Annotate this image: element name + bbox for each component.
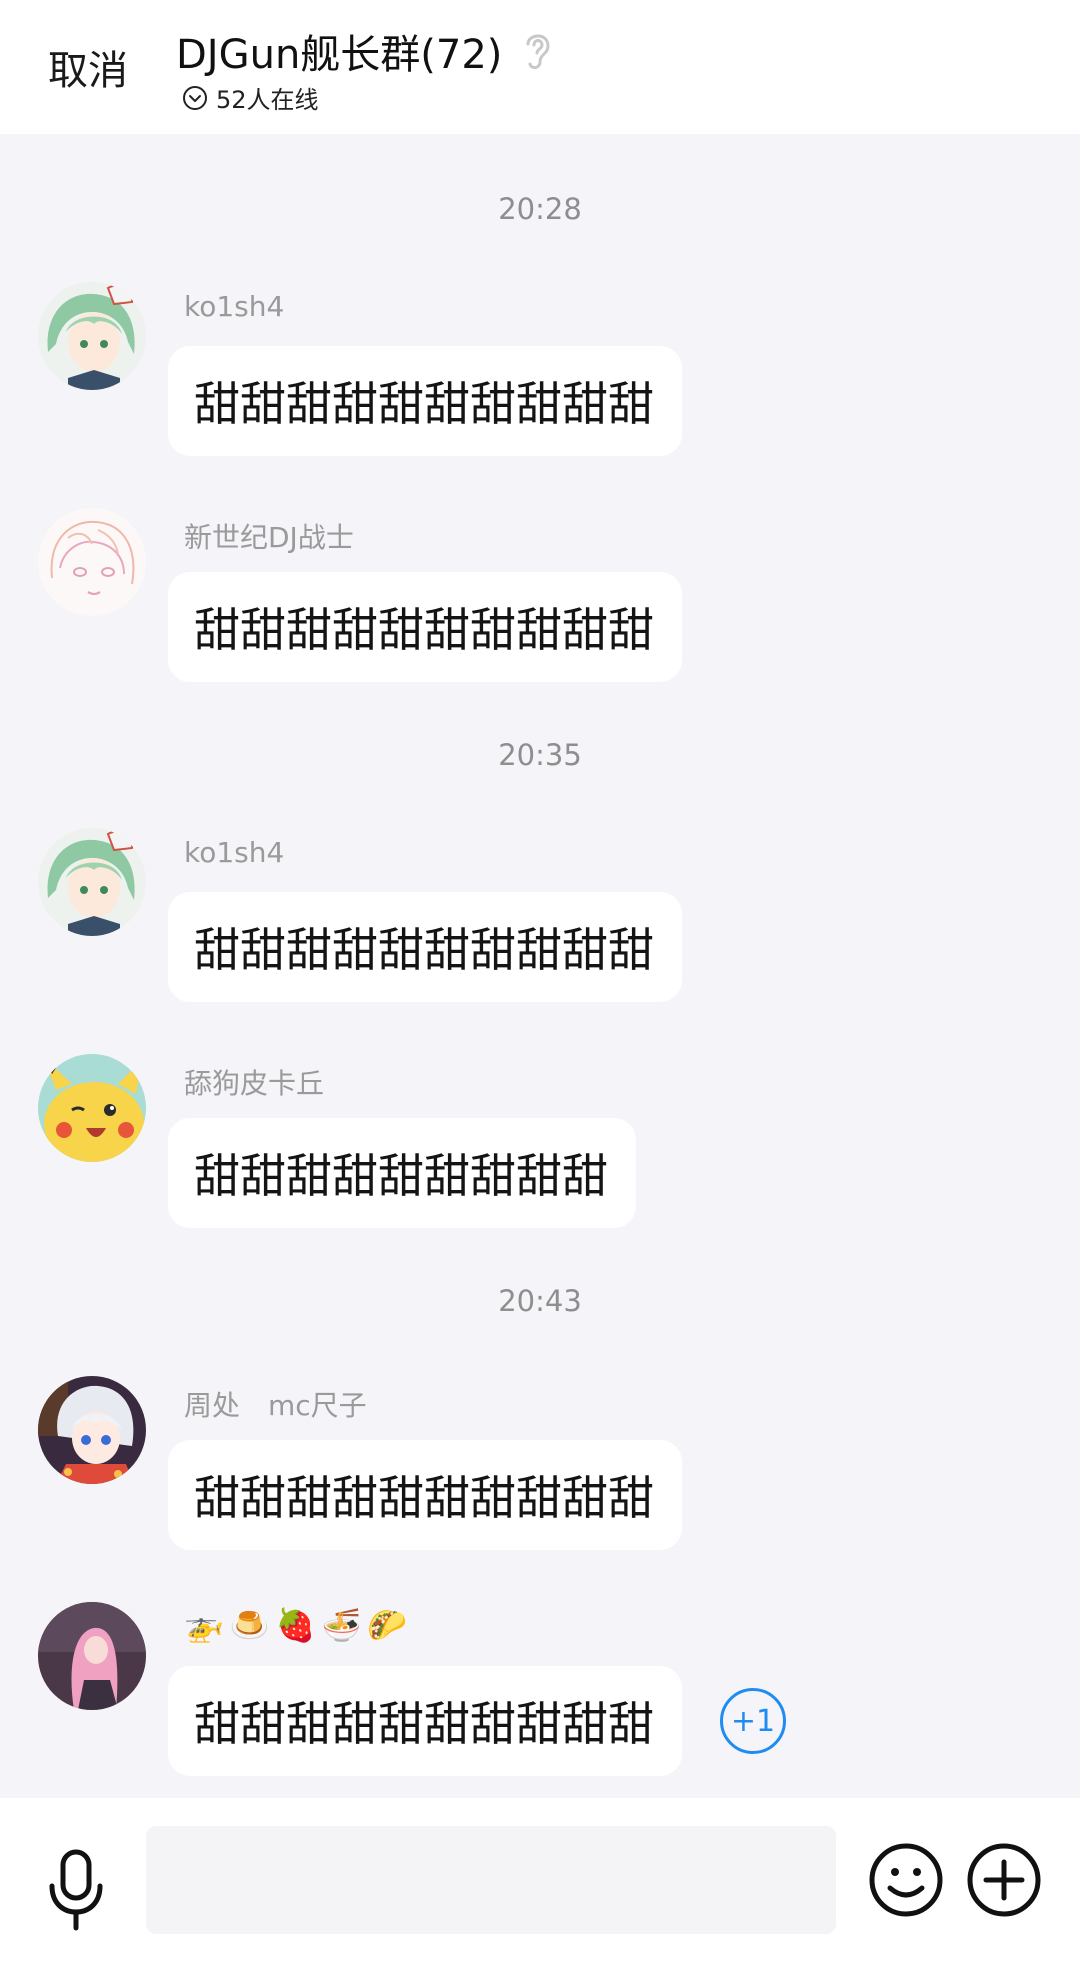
avatar[interactable] (38, 1602, 146, 1710)
avatar[interactable] (38, 1376, 146, 1484)
plus-one-button[interactable]: +1 (720, 1688, 786, 1754)
timestamp: 20:43 (498, 1284, 582, 1318)
group-title[interactable]: DJGun舰长群(72) (176, 22, 502, 80)
message-input[interactable] (146, 1826, 836, 1934)
message-feed[interactable]: 20:28 ko1sh4 甜甜甜甜甜甜甜甜甜甜 新世纪DJ战士 甜甜甜甜甜甜甜甜… (0, 134, 1080, 1798)
avatar[interactable] (38, 282, 146, 390)
pudding-emoji: 🍮 (229, 1606, 270, 1644)
composer-bar (0, 1798, 1080, 1962)
message-bubble[interactable]: 甜甜甜甜甜甜甜甜甜甜 (168, 572, 682, 682)
title-row: DJGun舰长群(72) (176, 22, 556, 80)
online-count: 52人在线 (216, 86, 319, 114)
sender-name: ko1sh4 (184, 836, 285, 869)
cancel-button[interactable]: 取消 (48, 38, 128, 96)
strawberry-emoji: 🍓 (275, 1606, 316, 1644)
sender-name: 舔狗皮卡丘 (184, 1067, 325, 1100)
chat-header: 取消 DJGun舰长群(72) 52人在线 (0, 0, 1080, 134)
timestamp: 20:28 (498, 192, 582, 226)
ear-icon[interactable] (520, 28, 556, 74)
taco-emoji: 🌮 (367, 1606, 408, 1644)
message-bubble[interactable]: 甜甜甜甜甜甜甜甜甜甜 (168, 346, 682, 456)
timestamp: 20:35 (498, 738, 582, 772)
emoji-icon[interactable] (868, 1842, 944, 1918)
online-status[interactable]: 52人在线 (182, 80, 319, 115)
plus-icon[interactable] (966, 1842, 1042, 1918)
avatar[interactable] (38, 1054, 146, 1162)
message-bubble[interactable]: 甜甜甜甜甜甜甜甜甜甜 (168, 1440, 682, 1550)
helicopter-emoji: 🚁 (184, 1606, 224, 1644)
message-bubble[interactable]: 甜甜甜甜甜甜甜甜甜甜 (168, 892, 682, 1002)
noodles-emoji: 🍜 (321, 1606, 362, 1644)
message-bubble[interactable]: 甜甜甜甜甜甜甜甜甜甜 (168, 1666, 682, 1776)
sender-name-emojis: 🚁 🍮 🍓 🍜 🌮 (184, 1606, 407, 1644)
sender-name: ko1sh4 (184, 290, 285, 323)
microphone-icon[interactable] (44, 1848, 108, 1932)
avatar[interactable] (38, 828, 146, 936)
chevron-down-circle-icon (183, 85, 207, 110)
sender-name: 新世纪DJ战士 (184, 521, 354, 554)
avatar[interactable] (38, 508, 146, 616)
sender-name: 周处 mc尺子 (184, 1389, 367, 1422)
message-bubble[interactable]: 甜甜甜甜甜甜甜甜甜 (168, 1118, 636, 1228)
